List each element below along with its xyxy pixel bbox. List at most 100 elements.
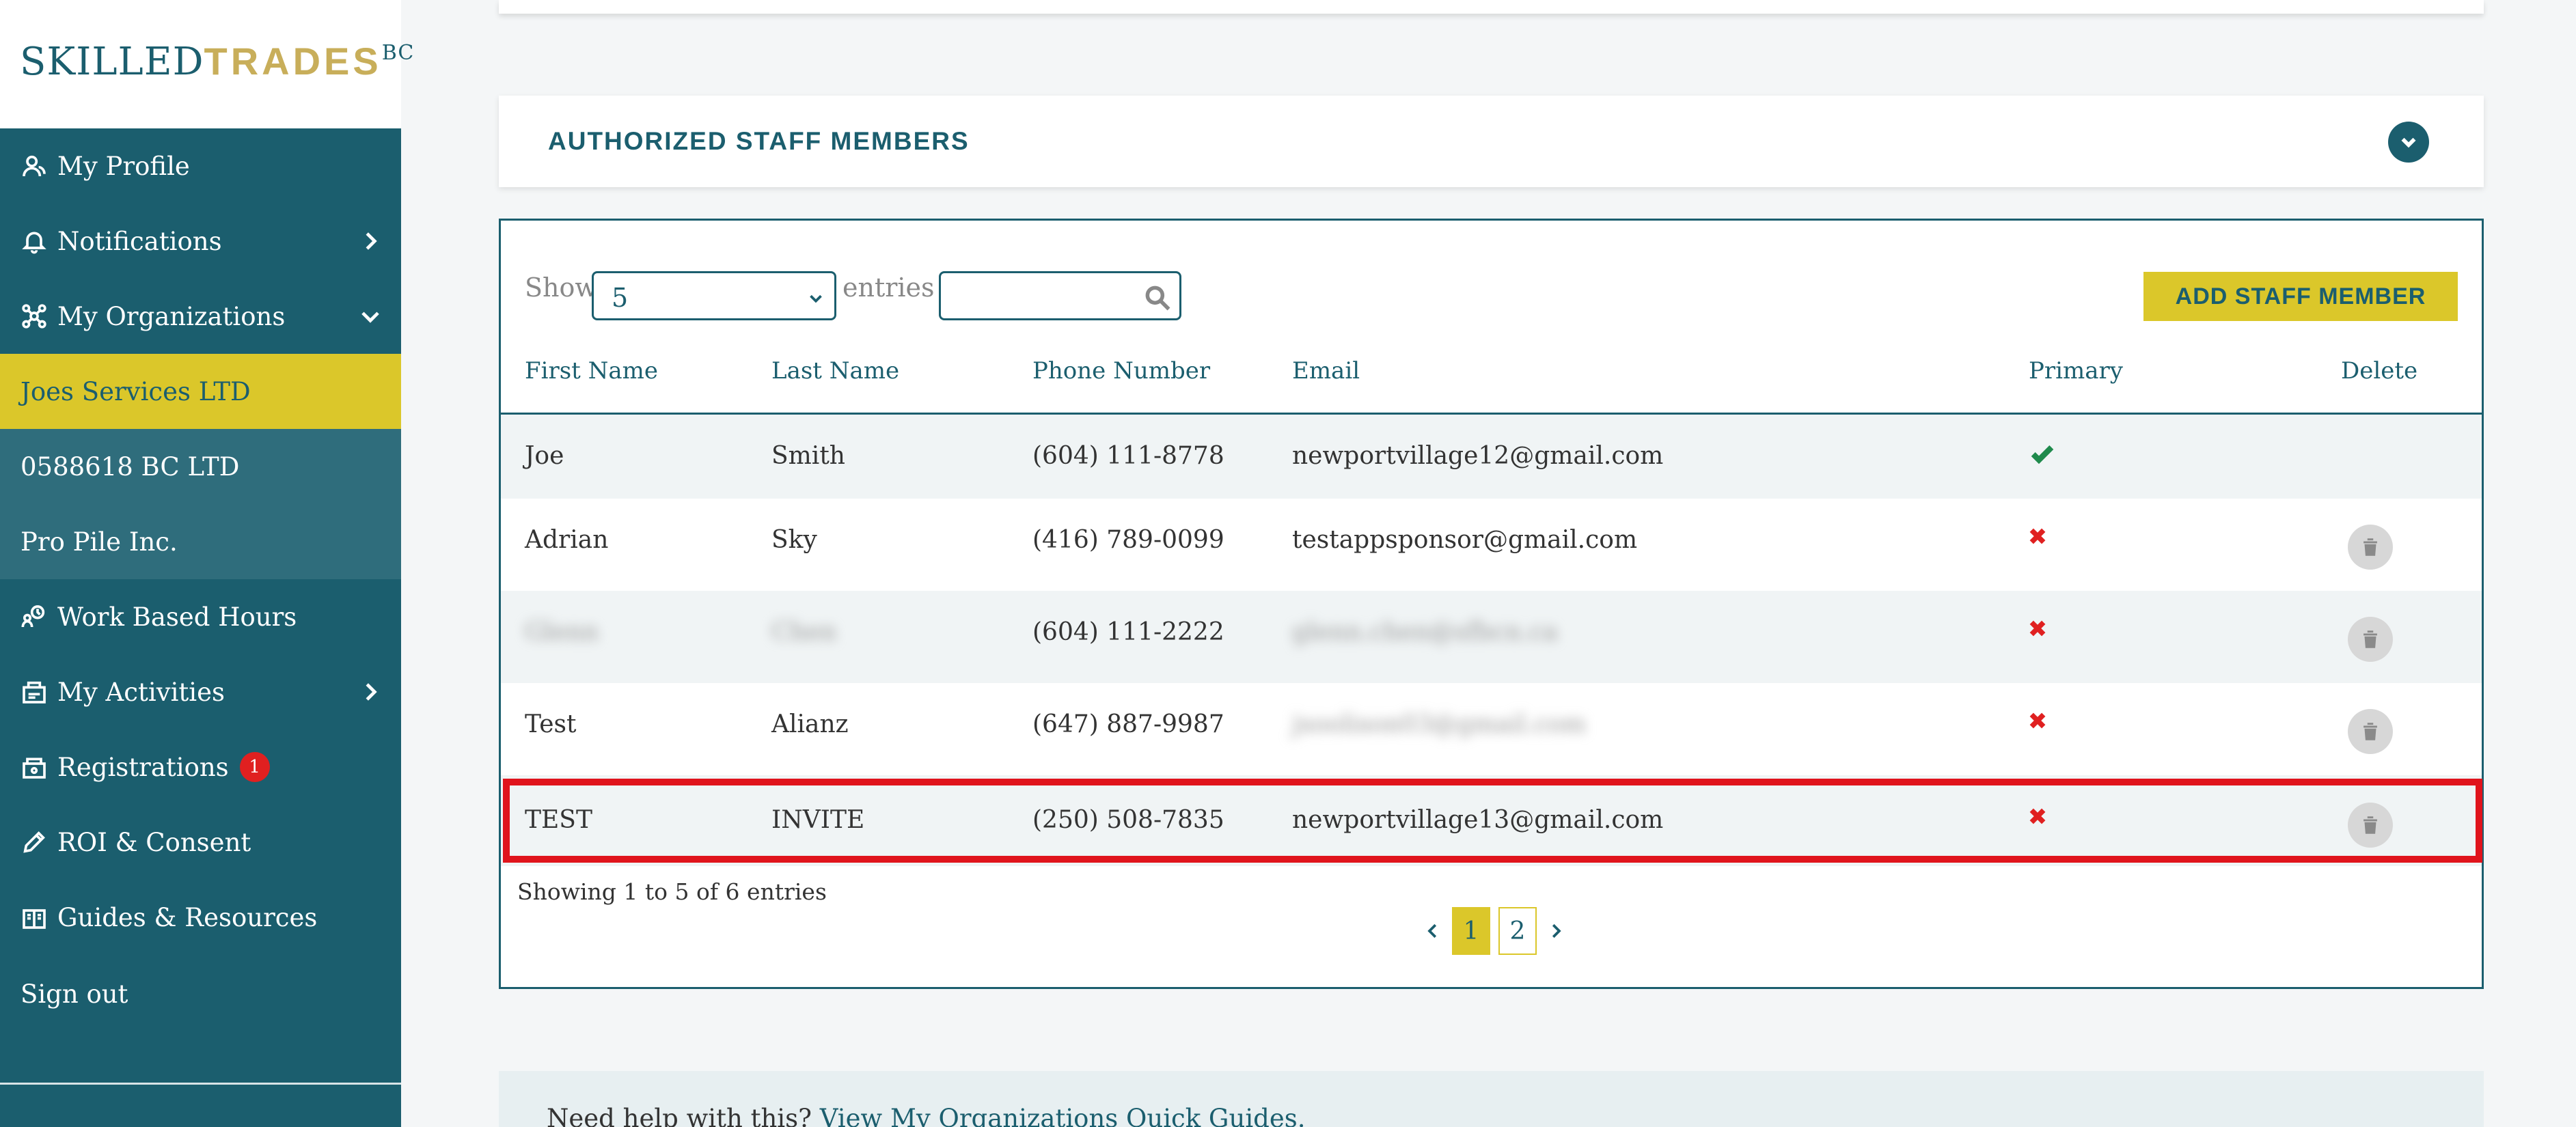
not-primary-x-icon xyxy=(2027,805,2048,833)
accordion-title: AUTHORIZED STAFF MEMBERS xyxy=(548,127,970,155)
chevron-left-icon xyxy=(1427,923,1437,938)
trash-icon xyxy=(2363,723,2377,740)
next-page-button[interactable] xyxy=(1541,909,1571,953)
cell-email: glenn.chen@sfbcn.ca xyxy=(1292,618,1558,646)
sidebar-item-label: Guides & Resources xyxy=(57,902,318,932)
chevron-down-icon xyxy=(806,288,826,309)
page-button-1[interactable]: 1 xyxy=(1452,907,1490,955)
sign-out-link[interactable]: Sign out xyxy=(0,956,401,1031)
cell-email: newportvillage12@gmail.com xyxy=(1292,442,1664,470)
not-primary-x-icon xyxy=(2027,617,2048,645)
help-label: Need help with this? xyxy=(547,1104,812,1127)
chevron-right-icon xyxy=(357,679,383,705)
show-label: Show xyxy=(525,273,597,303)
authorized-staff-accordion[interactable]: AUTHORIZED STAFF MEMBERS xyxy=(499,96,2484,187)
search-icon xyxy=(1142,283,1173,313)
sidebar-item-pro-pile[interactable]: Pro Pile Inc. xyxy=(0,504,401,579)
network-icon xyxy=(19,301,49,331)
sidebar-divider xyxy=(0,1083,401,1085)
logo-area: SKILLEDTRADESBC xyxy=(0,0,413,128)
column-header-primary[interactable]: Primary xyxy=(2029,357,2123,385)
sign-out-label: Sign out xyxy=(20,979,128,1009)
table-row: Test Alianz (647) 887-9987 jsoolison03@g… xyxy=(501,683,2482,775)
cell-phone: (604) 111-2222 xyxy=(1032,618,1224,646)
cell-last-name: Sky xyxy=(771,526,817,554)
user-icon xyxy=(19,151,49,181)
sidebar-item-label: My Activities xyxy=(57,677,225,707)
table-row: Adrian Sky (416) 789-0099 testappsponsor… xyxy=(501,499,2482,591)
trash-icon xyxy=(2363,630,2377,648)
logo[interactable]: SKILLEDTRADESBC xyxy=(20,42,414,81)
column-header-phone[interactable]: Phone Number xyxy=(1032,357,1210,385)
cell-first-name: Test xyxy=(525,710,577,738)
previous-page-button[interactable] xyxy=(1418,909,1448,953)
sidebar-item-label: Registrations xyxy=(57,752,229,782)
column-header-delete: Delete xyxy=(2341,357,2418,385)
help-card: Need help with this? View My Organizatio… xyxy=(499,1071,2484,1127)
sidebar-item-my-activities[interactable]: My Activities xyxy=(0,654,401,729)
cell-first-name: Joe xyxy=(525,442,564,470)
chevron-right-icon xyxy=(357,228,383,254)
primary-check-icon xyxy=(2029,441,2056,474)
sidebar-item-my-organizations[interactable]: My Organizations xyxy=(0,279,401,354)
sidebar-item-label: 0588618 BC LTD xyxy=(20,451,240,482)
clock-people-icon xyxy=(19,602,49,632)
delete-button[interactable] xyxy=(2348,709,2393,754)
sidebar-item-label: ROI & Consent xyxy=(57,827,251,857)
sidebar-item-0588618-bc[interactable]: 0588618 BC LTD xyxy=(0,429,401,504)
previous-section-card xyxy=(499,0,2484,14)
sidebar-item-label: Notifications xyxy=(57,226,222,256)
accordion-toggle-button[interactable] xyxy=(2388,122,2429,163)
book-icon xyxy=(19,902,49,932)
sidebar-item-label: My Profile xyxy=(57,151,190,181)
chevron-down-icon xyxy=(357,303,383,329)
sidebar-item-roi-consent[interactable]: ROI & Consent xyxy=(0,805,401,880)
sidebar-item-label: Pro Pile Inc. xyxy=(20,527,178,557)
sidebar-item-joes-services[interactable]: Joes Services LTD xyxy=(0,354,401,429)
entries-label: entries xyxy=(842,273,935,303)
column-header-last-name[interactable]: Last Name xyxy=(771,357,899,385)
pagination: 1 2 xyxy=(1418,907,1571,955)
trash-icon xyxy=(2363,538,2377,556)
cell-first-name: Adrian xyxy=(525,526,609,554)
sidebar-item-label: Joes Services LTD xyxy=(20,376,251,406)
cell-phone: (647) 887-9987 xyxy=(1032,710,1224,738)
bell-icon xyxy=(19,226,49,256)
table-row: TEST INVITE (250) 508-7835 newportvillag… xyxy=(501,775,2482,866)
sidebar-item-my-profile[interactable]: My Profile xyxy=(0,128,401,204)
cell-last-name: Alianz xyxy=(771,710,849,738)
logo-trades: TRADES xyxy=(204,40,382,83)
sidebar-item-notifications[interactable]: Notifications xyxy=(0,204,401,279)
table-row: Joe Smith (604) 111-8778 newportvillage1… xyxy=(501,415,2482,499)
sidebar-item-registrations[interactable]: Registrations 1 xyxy=(0,729,401,805)
chevron-down-icon xyxy=(2401,137,2416,148)
entries-select-value: 5 xyxy=(612,283,629,313)
cell-first-name: Glenn xyxy=(525,618,599,646)
cell-phone: (250) 508-7835 xyxy=(1032,806,1224,834)
pencil-icon xyxy=(19,827,49,857)
cell-last-name: Chen xyxy=(771,618,837,646)
sidebar-item-work-based-hours[interactable]: Work Based Hours xyxy=(0,579,401,654)
add-staff-member-button[interactable]: ADD STAFF MEMBER xyxy=(2143,272,2458,321)
staff-table-card: Show 5 entries ADD STAFF MEMBER First Na… xyxy=(499,219,2484,989)
column-header-email[interactable]: Email xyxy=(1292,357,1360,385)
sidebar-item-label: Work Based Hours xyxy=(57,602,297,632)
entries-per-page-select[interactable]: 5 xyxy=(592,271,836,320)
activities-icon xyxy=(19,677,49,707)
chevron-right-icon xyxy=(1552,923,1561,938)
quick-guides-link[interactable]: View My Organizations Quick Guides. xyxy=(820,1104,1306,1127)
cell-email: jsoolison03@gmail.com xyxy=(1292,710,1587,738)
search-input[interactable] xyxy=(939,271,1181,320)
cell-phone: (604) 111-8778 xyxy=(1032,442,1224,470)
delete-button[interactable] xyxy=(2348,803,2393,848)
logo-skilled: SKILLED xyxy=(20,40,204,84)
registrations-icon xyxy=(19,752,49,782)
page-button-2[interactable]: 2 xyxy=(1498,907,1537,955)
sidebar-item-guides-resources[interactable]: Guides & Resources xyxy=(0,880,401,955)
cell-first-name: TEST xyxy=(525,806,592,834)
delete-button[interactable] xyxy=(2348,525,2393,570)
delete-button[interactable] xyxy=(2348,617,2393,662)
column-header-first-name[interactable]: First Name xyxy=(525,357,658,385)
cell-email: newportvillage13@gmail.com xyxy=(1292,806,1664,834)
table-info: Showing 1 to 5 of 6 entries xyxy=(517,878,827,905)
